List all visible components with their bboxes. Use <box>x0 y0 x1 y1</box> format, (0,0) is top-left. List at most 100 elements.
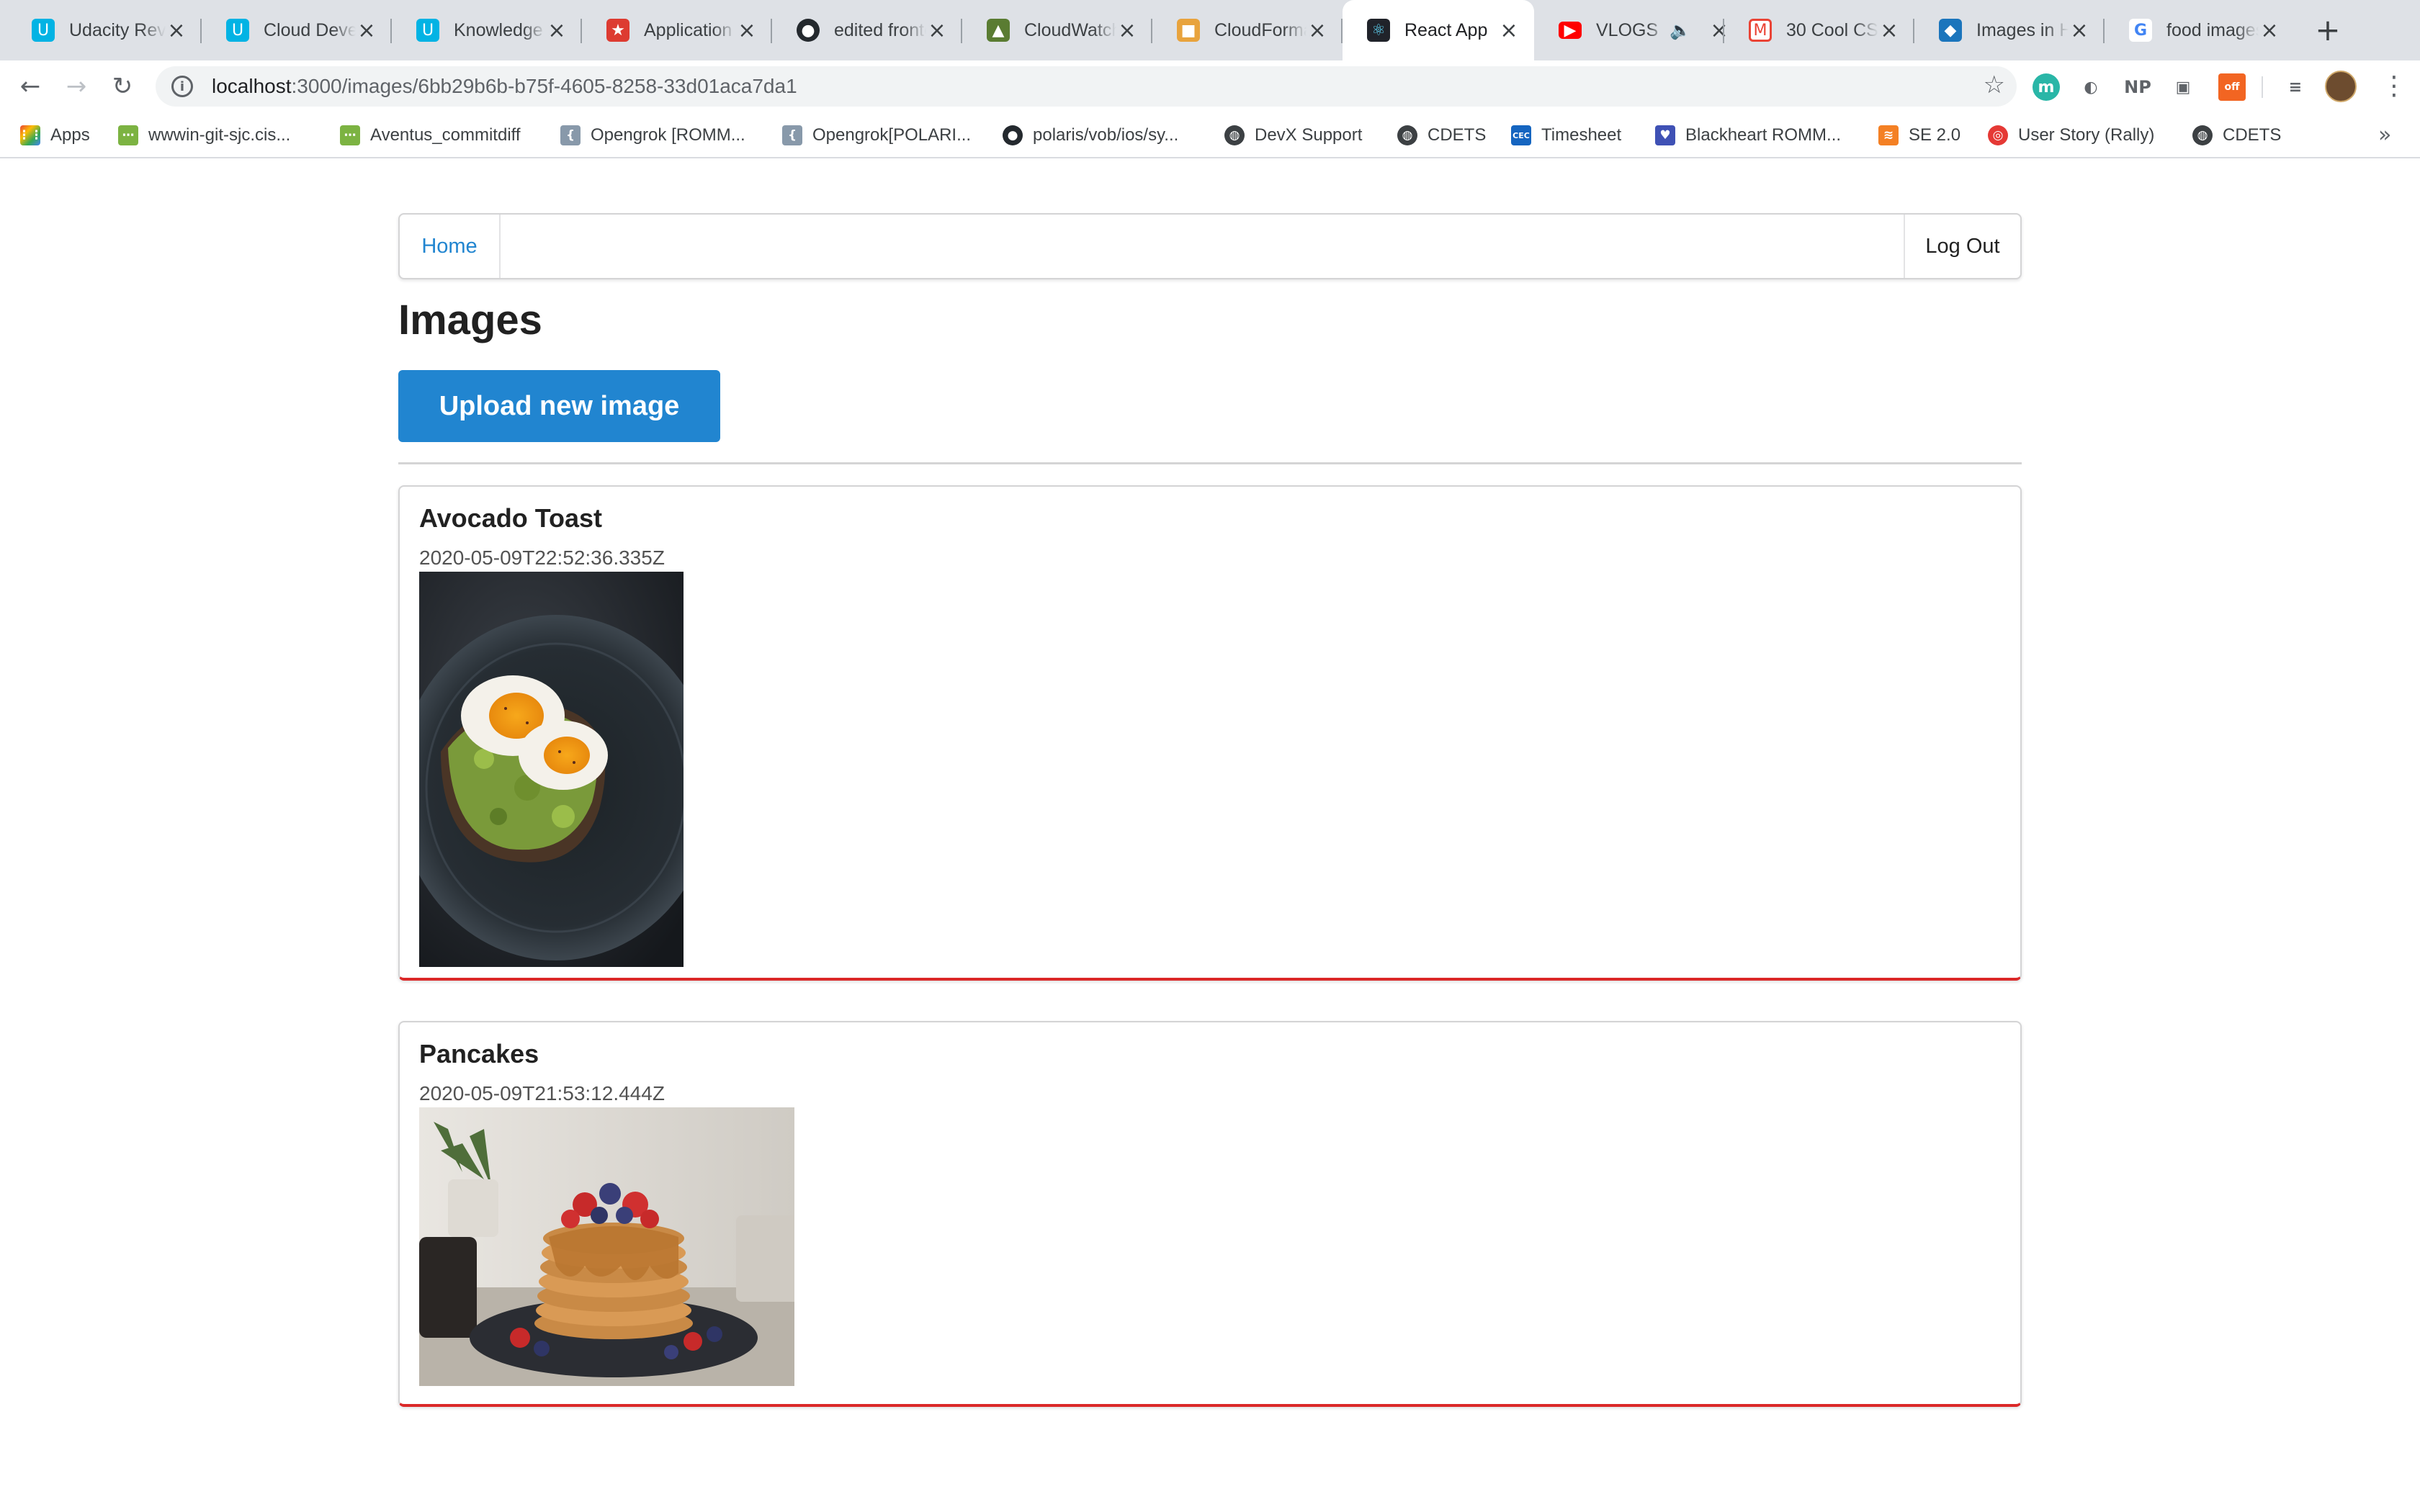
bookmark-apps[interactable]: ⋮⋮ Apps <box>18 122 90 148</box>
bookmark-opengrok-polaris[interactable]: {Opengrok[POLARI... <box>782 122 971 148</box>
upload-new-image-button[interactable]: Upload new image <box>398 370 720 442</box>
tab-cloudwatch[interactable]: ▲ CloudWatch × <box>962 0 1152 60</box>
forward-arrow-icon[interactable]: → <box>60 71 92 102</box>
bookmarks-bar: ⋮⋮ Apps ⋯ wwwin-git-sjc.cis... ⋯ Aventus_co… <box>0 112 2420 158</box>
apps-grid-icon: ⋮⋮ <box>18 125 42 145</box>
close-icon[interactable]: × <box>166 18 187 43</box>
tab-title: VLOGS <box>1596 19 1659 40</box>
close-icon[interactable]: × <box>2069 18 2090 43</box>
avocado-toast-photo <box>419 572 684 967</box>
bookmark-devx-support[interactable]: ◍ DevX Support <box>1224 122 1362 148</box>
site-icon: ◆ <box>1939 19 1962 42</box>
close-icon[interactable]: × <box>1307 18 1328 43</box>
tab-title: food images <box>2166 19 2259 40</box>
close-icon[interactable]: × <box>1498 18 1520 43</box>
tab-cloud-developer[interactable]: U Cloud Developer × <box>202 0 392 60</box>
cec-icon: CEC <box>1511 125 1531 145</box>
site-info-icon[interactable]: i <box>171 76 193 97</box>
bookmark-opengrok-romm[interactable]: {Opengrok [ROMM... <box>560 122 745 148</box>
tab-strip: U Udacity Reviews × U Cloud Developer × … <box>0 0 2420 60</box>
tab-30-cool-css[interactable]: M 30 Cool CSS × <box>1724 0 1914 60</box>
github-icon: ● <box>1003 125 1023 145</box>
new-tab-plus-icon[interactable]: + <box>2312 14 2344 46</box>
bookmark-wwwin-git[interactable]: ⋯ wwwin-git-sjc.cis... <box>118 122 290 148</box>
extension-circle-icon[interactable]: ◐ <box>2077 73 2105 101</box>
bookmark-timesheet[interactable]: CEC Timesheet <box>1511 122 1621 148</box>
bookmark-star-icon[interactable]: ☆ <box>1984 71 2005 99</box>
bookmark-blackheart[interactable]: ♥ Blackheart ROMM... <box>1655 122 1841 148</box>
tab-udacity-reviews[interactable]: U Udacity Reviews × <box>7 0 202 60</box>
url-text[interactable]: localhost:3000/images/6bb29b6b-b75f-4605… <box>212 75 797 98</box>
audio-playing-icon[interactable]: 🔈 <box>1670 20 1691 40</box>
bookmark-se-2[interactable]: ≋ SE 2.0 <box>1878 122 1960 148</box>
udacity-icon: U <box>32 19 55 42</box>
opengrok-icon: { <box>782 125 802 145</box>
blackheart-icon: ♥ <box>1655 125 1675 145</box>
bookmark-polaris-vob[interactable]: ● polaris/vob/ios/sy... <box>1003 122 1178 148</box>
media-control-icon[interactable]: ≡ <box>2282 73 2309 101</box>
tab-title: edited frontend <box>834 19 926 40</box>
bookmark-cdets-2[interactable]: ◍ CDETS <box>2192 122 2281 148</box>
more-bookmarks-icon[interactable]: » <box>2378 122 2391 148</box>
tab-vlogs[interactable]: ▶ VLOGS 🔈 × <box>1534 0 1728 60</box>
git-icon: ⋯ <box>118 125 138 145</box>
image-timestamp: 2020-05-09T22:52:36.335Z <box>419 546 665 569</box>
tab-title: Udacity Reviews <box>69 19 166 40</box>
back-arrow-icon[interactable]: ← <box>14 71 46 102</box>
tab-edited-frontend[interactable]: ● edited frontend × <box>772 0 962 60</box>
close-icon[interactable]: × <box>356 18 377 43</box>
tab-title: CloudWatch <box>1024 19 1116 40</box>
tab-react-app[interactable]: ⚛ React App × <box>1343 0 1534 60</box>
globe-icon: ◍ <box>1224 125 1245 145</box>
tab-application[interactable]: ★ Application × <box>582 0 772 60</box>
extension-cast-icon[interactable]: ▣ <box>2169 73 2197 101</box>
close-icon[interactable]: × <box>1878 18 1900 43</box>
tab-cloudformation[interactable]: ■ CloudFormation × <box>1152 0 1343 60</box>
react-icon: ⚛ <box>1367 19 1390 42</box>
image-title: Avocado Toast <box>419 503 603 533</box>
extension-np-icon[interactable]: NP <box>2122 73 2154 101</box>
pancakes-photo <box>419 1107 794 1386</box>
close-icon[interactable]: × <box>736 18 758 43</box>
close-icon[interactable]: × <box>1116 18 1138 43</box>
tab-title: Cloud Developer <box>264 19 356 40</box>
tab-knowledge[interactable]: U Knowledge × <box>392 0 582 60</box>
rally-icon: ◎ <box>1988 125 2008 145</box>
github-icon: ● <box>797 19 820 42</box>
bookmark-aventus-commitdiff[interactable]: ⋯ Aventus_commitdiff <box>340 122 521 148</box>
browser-menu-icon[interactable]: ⋮ <box>2381 71 2407 102</box>
tab-title: Application <box>644 19 732 40</box>
stackexchange-icon: ≋ <box>1878 125 1899 145</box>
globe-icon: ◍ <box>2192 125 2213 145</box>
tab-title: React App <box>1404 19 1488 40</box>
logout-button[interactable]: Log Out <box>1904 215 2020 278</box>
browser-toolbar: ← → ↻ i localhost:3000/images/6bb29b6b-b… <box>0 60 2420 112</box>
bookmark-user-story-rally[interactable]: ◎ User Story (Rally) <box>1988 122 2154 148</box>
image-card[interactable]: Avocado Toast 2020-05-09T22:52:36.335Z <box>398 485 2022 981</box>
angular-icon: ★ <box>606 19 629 42</box>
google-icon: G <box>2129 19 2152 42</box>
gmail-icon: M <box>1749 19 1772 42</box>
image-timestamp: 2020-05-09T21:53:12.444Z <box>419 1082 665 1104</box>
home-link[interactable]: Home <box>400 215 501 278</box>
tab-food-images[interactable]: G food images × <box>2105 0 2295 60</box>
close-icon[interactable]: × <box>926 18 948 43</box>
address-bar[interactable]: i localhost:3000/images/6bb29b6b-b75f-46… <box>156 66 2017 107</box>
close-icon[interactable]: × <box>546 18 568 43</box>
extension-teal-icon[interactable]: m <box>2033 73 2060 101</box>
tab-images-in-html[interactable]: ◆ Images in HTML × <box>1914 0 2105 60</box>
close-icon[interactable]: × <box>2259 18 2280 43</box>
bookmark-cdets[interactable]: ◍ CDETS <box>1397 122 1486 148</box>
git-icon: ⋯ <box>340 125 360 145</box>
image-card[interactable]: Pancakes 2020-05-09T21:53:12.444Z <box>398 1021 2022 1407</box>
aws-box-icon: ■ <box>1177 19 1200 42</box>
opengrok-icon: { <box>560 125 581 145</box>
avatar[interactable] <box>2325 71 2357 102</box>
tab-title: Knowledge <box>454 19 543 40</box>
youtube-icon: ▶ <box>1559 22 1582 40</box>
app-page: Home Log Out Images Upload new image Avo… <box>0 160 2420 1512</box>
udacity-icon: U <box>416 19 439 42</box>
reload-icon[interactable]: ↻ <box>107 71 138 102</box>
tab-title: CloudFormation <box>1214 19 1307 40</box>
extension-off-icon[interactable]: off <box>2218 73 2246 101</box>
